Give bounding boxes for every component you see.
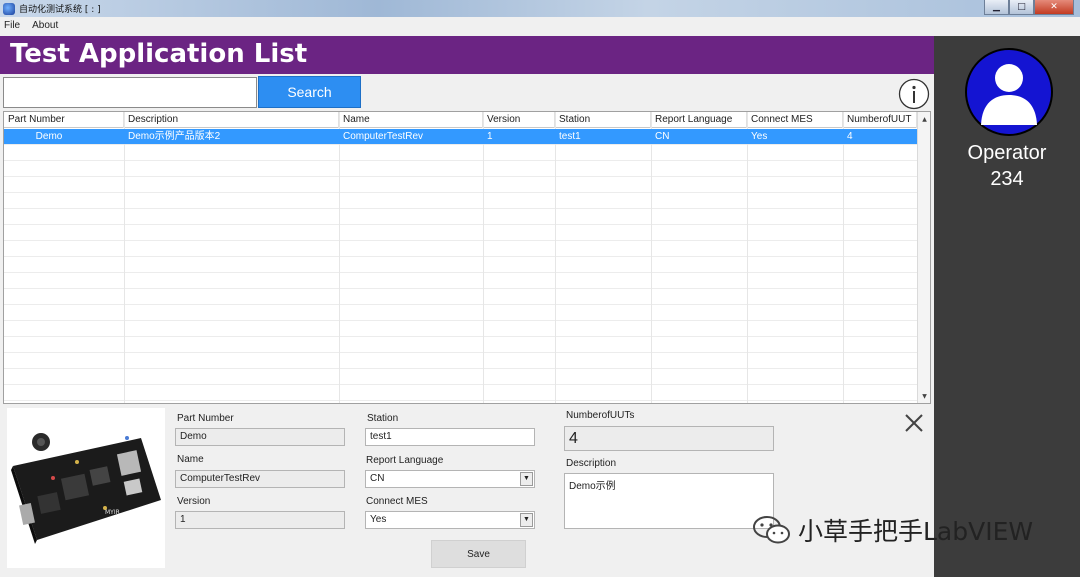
part-number-field[interactable]: Demo xyxy=(175,428,345,446)
grid-line xyxy=(4,240,917,241)
connect-mes-value: Yes xyxy=(370,514,387,525)
grid-line xyxy=(4,384,917,385)
info-icon[interactable] xyxy=(898,78,930,110)
report-language-select[interactable]: CN ▼ xyxy=(365,470,535,488)
save-button[interactable]: Save xyxy=(431,540,526,568)
grid-line xyxy=(4,176,917,177)
close-icon[interactable] xyxy=(903,412,925,434)
operator-id: 234 xyxy=(990,168,1024,190)
grid-line xyxy=(843,112,844,403)
chevron-down-icon[interactable]: ▼ xyxy=(520,472,533,486)
cell-version: 1 xyxy=(487,131,493,142)
wechat-icon xyxy=(753,516,790,544)
grid-line xyxy=(4,256,917,257)
grid-line xyxy=(555,112,556,403)
table-header: Part Number Description Name Version Sta… xyxy=(4,112,917,128)
version-label: Version xyxy=(177,496,211,507)
table-vertical-scrollbar[interactable]: ▲ ▼ xyxy=(917,112,930,403)
description-field[interactable]: Demo示例 xyxy=(564,473,774,529)
description-label: Description xyxy=(566,458,617,469)
grid-line xyxy=(4,272,917,273)
column-header-description[interactable]: Description xyxy=(124,112,339,128)
window-title: 自动化测试系统 [ : ] xyxy=(19,5,101,15)
connect-mes-label: Connect MES xyxy=(366,496,428,507)
cell-part-number: Demo xyxy=(35,131,63,142)
grid-line xyxy=(4,208,917,209)
grid-line xyxy=(124,112,125,403)
table-body: Demo Demo示例产品版本2 ComputerTestRev 1 test1… xyxy=(4,112,917,403)
menu-file[interactable]: File xyxy=(4,20,20,31)
report-language-label: Report Language xyxy=(366,455,444,466)
number-of-uuts-label: NumberofUUTs xyxy=(566,410,635,421)
column-header-number-of-uut[interactable]: NumberofUUT xyxy=(843,112,917,128)
grid-line xyxy=(4,368,917,369)
cell-report-language: CN xyxy=(655,131,670,142)
table-row[interactable]: Demo Demo示例产品版本2 ComputerTestRev 1 test1… xyxy=(4,129,917,144)
version-field[interactable]: 1 xyxy=(175,511,345,529)
user-avatar-icon xyxy=(965,48,1053,136)
cell-description: Demo示例产品版本2 xyxy=(128,131,221,142)
grid-line xyxy=(4,288,917,289)
cell-connect-mes: Yes xyxy=(751,131,768,142)
grid-line xyxy=(4,304,917,305)
cell-name: ComputerTestRev xyxy=(343,131,424,142)
chevron-down-icon[interactable]: ▼ xyxy=(520,513,533,527)
window-controls: ▁ □ ✕ xyxy=(984,0,1074,15)
svg-text:MYIR: MYIR xyxy=(105,509,120,516)
maximize-button[interactable]: □ xyxy=(1009,0,1034,15)
grid-line xyxy=(4,160,917,161)
column-header-part-number[interactable]: Part Number xyxy=(4,112,124,128)
watermark-text: 小草手把手LabVIEW xyxy=(798,517,1034,546)
column-header-connect-mes[interactable]: Connect MES xyxy=(747,112,843,128)
menu-bar: File About xyxy=(0,17,1080,34)
scroll-down-arrow-icon[interactable]: ▼ xyxy=(918,390,930,402)
minimize-button[interactable]: ▁ xyxy=(984,0,1009,15)
close-window-button[interactable]: ✕ xyxy=(1034,0,1074,15)
grid-line xyxy=(4,224,917,225)
station-field[interactable]: test1 xyxy=(365,428,535,446)
grid-line xyxy=(747,112,748,403)
scroll-up-arrow-icon[interactable]: ▲ xyxy=(918,113,930,125)
operator-label: Operator xyxy=(967,142,1047,164)
connect-mes-select[interactable]: Yes ▼ xyxy=(365,511,535,529)
app-icon xyxy=(3,2,15,15)
grid-line xyxy=(4,192,917,193)
page-title: Test Application List xyxy=(10,39,308,69)
grid-line xyxy=(4,352,917,353)
window-title-bar: 自动化测试系统 [ : ] ▁ □ ✕ xyxy=(0,0,1080,17)
grid-line xyxy=(4,336,917,337)
grid-line xyxy=(339,112,340,403)
page-header: Test Application List xyxy=(0,36,934,74)
grid-line xyxy=(4,320,917,321)
column-header-version[interactable]: Version xyxy=(483,112,555,128)
grid-line xyxy=(4,400,917,401)
cell-number-of-uut: 4 xyxy=(847,131,853,142)
watermark: 小草手把手LabVIEW xyxy=(752,510,1033,550)
grid-line xyxy=(651,112,652,403)
search-button[interactable]: Search xyxy=(258,76,361,108)
name-label: Name xyxy=(177,454,204,465)
test-application-table[interactable]: Part Number Description Name Version Sta… xyxy=(3,111,931,404)
part-number-label: Part Number xyxy=(177,413,234,424)
menu-about[interactable]: About xyxy=(32,20,58,31)
grid-line xyxy=(483,112,484,403)
number-of-uuts-field[interactable]: 4 xyxy=(564,426,774,451)
column-header-name[interactable]: Name xyxy=(339,112,483,128)
station-label: Station xyxy=(367,413,399,424)
grid-line xyxy=(4,144,917,145)
board-product-image: MYIR xyxy=(7,408,165,568)
column-header-station[interactable]: Station xyxy=(555,112,651,128)
name-field[interactable]: ComputerTestRev xyxy=(175,470,345,488)
cell-station: test1 xyxy=(559,131,581,142)
column-header-report-language[interactable]: Report Language xyxy=(651,112,747,128)
report-language-value: CN xyxy=(370,473,385,484)
search-input[interactable] xyxy=(3,77,257,108)
